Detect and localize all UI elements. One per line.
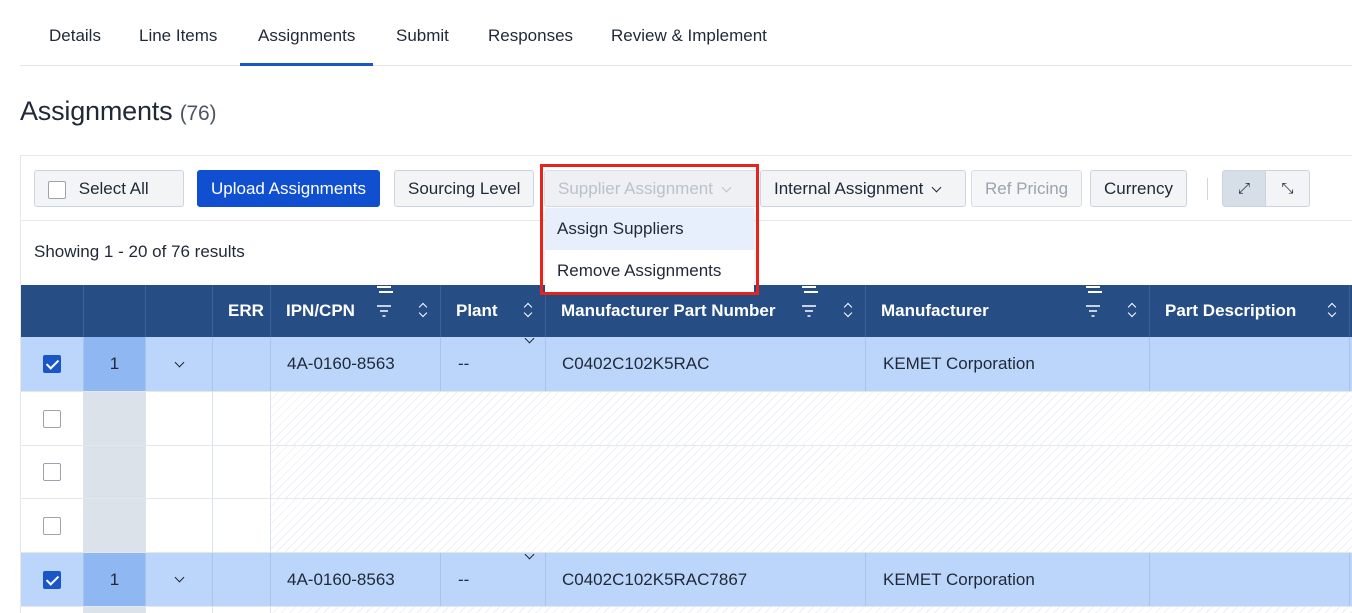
header-plant[interactable]: Plant: [441, 285, 546, 337]
row-checkbox[interactable]: [43, 570, 61, 589]
row-description: [1150, 337, 1350, 391]
empty-row-area: [271, 446, 1352, 498]
page-title-text: Assignments: [20, 96, 173, 126]
plant-select[interactable]: --: [441, 549, 546, 606]
table-row[interactable]: [21, 446, 1352, 499]
header-err[interactable]: ERR: [213, 285, 271, 337]
table-row[interactable]: [21, 392, 1352, 446]
collapse-icon[interactable]: ⤡: [1266, 170, 1310, 207]
plant-value: --: [458, 569, 470, 589]
tab-assignments[interactable]: Assignments: [239, 0, 374, 66]
internal-assignment-dropdown[interactable]: Internal Assignment: [760, 170, 966, 207]
row-number: 1: [84, 553, 146, 606]
header-ipn-cpn[interactable]: IPN/CPN: [271, 285, 441, 337]
sort-icon[interactable]: [844, 303, 853, 317]
row-checkbox[interactable]: [43, 463, 61, 481]
header-expand-col: [146, 285, 213, 337]
upload-assignments-button[interactable]: Upload Assignments: [197, 170, 380, 207]
toolbar-divider: [1207, 178, 1208, 200]
supplier-assignment-label: Supplier Assignment: [558, 179, 713, 198]
row-manufacturer: KEMET Corporation: [866, 553, 1150, 606]
tab-submit[interactable]: Submit: [396, 0, 449, 66]
row-err: [213, 337, 271, 391]
table-row[interactable]: 1 4A-0160-8563 -- C0402C102K5RAC7867 KEM…: [21, 549, 1352, 607]
chevron-down-icon: [931, 182, 942, 193]
sourcing-level-button[interactable]: Sourcing Level: [394, 170, 535, 207]
header-checkbox-col: [21, 285, 84, 337]
row-checkbox[interactable]: [43, 409, 61, 428]
supplier-assignment-menu: Assign Suppliers Remove Assignments: [545, 208, 754, 292]
supplier-assignment-dropdown[interactable]: Supplier Assignment: [544, 170, 759, 207]
toolbar-divider: [183, 178, 184, 200]
select-all-label: Select All: [78, 179, 149, 198]
row-ipn: 4A-0160-8563: [271, 337, 441, 391]
filter-icon[interactable]: [377, 286, 391, 317]
results-summary: Showing 1 - 20 of 76 results: [34, 242, 245, 261]
row-ipn: 4A-0160-8563: [271, 553, 441, 606]
header-mpn[interactable]: Manufacturer Part Number: [546, 285, 866, 337]
header-manufacturer-label: Manufacturer: [881, 301, 989, 320]
page-title: Assignments (76): [20, 96, 216, 127]
select-all-button[interactable]: Select All: [34, 170, 184, 207]
select-all-checkbox[interactable]: [48, 180, 66, 199]
plant-value: --: [458, 354, 470, 373]
expand-row-icon[interactable]: [174, 572, 184, 583]
empty-row-area: [271, 499, 1352, 552]
menu-item-remove-assignments[interactable]: Remove Assignments: [545, 250, 754, 292]
header-number-col: [84, 285, 146, 337]
internal-assignment-label: Internal Assignment: [774, 179, 924, 198]
menu-item-assign-suppliers[interactable]: Assign Suppliers: [545, 208, 754, 250]
result-count: (76): [179, 102, 217, 125]
header-plant-label: Plant: [456, 301, 498, 320]
header-desc-label: Part Description: [1165, 301, 1297, 320]
expand-row-icon[interactable]: [174, 357, 184, 367]
sort-icon[interactable]: [524, 303, 533, 317]
sort-icon[interactable]: [1128, 303, 1137, 317]
tab-responses[interactable]: Responses: [488, 0, 573, 66]
tab-line-items[interactable]: Line Items: [139, 0, 217, 66]
row-err: [213, 553, 271, 606]
expand-icon[interactable]: ⤢: [1222, 170, 1266, 207]
empty-row-area: [271, 392, 1352, 445]
sort-icon[interactable]: [1328, 303, 1337, 317]
tab-review-implement[interactable]: Review & Implement: [611, 0, 767, 66]
header-err-label: ERR: [228, 301, 264, 320]
row-checkbox[interactable]: [43, 516, 61, 535]
sort-icon[interactable]: [419, 303, 428, 317]
currency-button[interactable]: Currency: [1090, 170, 1187, 207]
plant-select[interactable]: --: [441, 333, 546, 391]
header-manufacturer[interactable]: Manufacturer: [866, 285, 1150, 337]
tab-bar: Details Line Items Assignments Submit Re…: [20, 0, 1352, 66]
chevron-down-icon: [721, 182, 732, 193]
filter-icon[interactable]: [802, 286, 816, 317]
row-manufacturer: KEMET Corporation: [866, 337, 1150, 391]
header-part-description[interactable]: Part Description: [1150, 285, 1350, 337]
row-description: [1150, 553, 1350, 606]
header-ipn-label: IPN/CPN: [286, 301, 355, 320]
table-row[interactable]: [21, 499, 1352, 553]
row-mpn: C0402C102K5RAC7867: [546, 553, 866, 606]
table-row[interactable]: 1 4A-0160-8563 -- C0402C102K5RAC KEMET C…: [21, 333, 1352, 392]
row-number: 1: [84, 337, 146, 391]
row-checkbox[interactable]: [43, 355, 61, 373]
filter-icon[interactable]: [1086, 286, 1100, 317]
ref-pricing-button[interactable]: Ref Pricing: [971, 170, 1083, 207]
tab-details[interactable]: Details: [49, 0, 101, 66]
table-header: ERR IPN/CPN Plant Manufacturer Part Numb…: [21, 285, 1352, 337]
table-row[interactable]: [21, 607, 1352, 613]
header-mpn-label: Manufacturer Part Number: [561, 301, 776, 320]
row-mpn: C0402C102K5RAC: [546, 337, 866, 391]
